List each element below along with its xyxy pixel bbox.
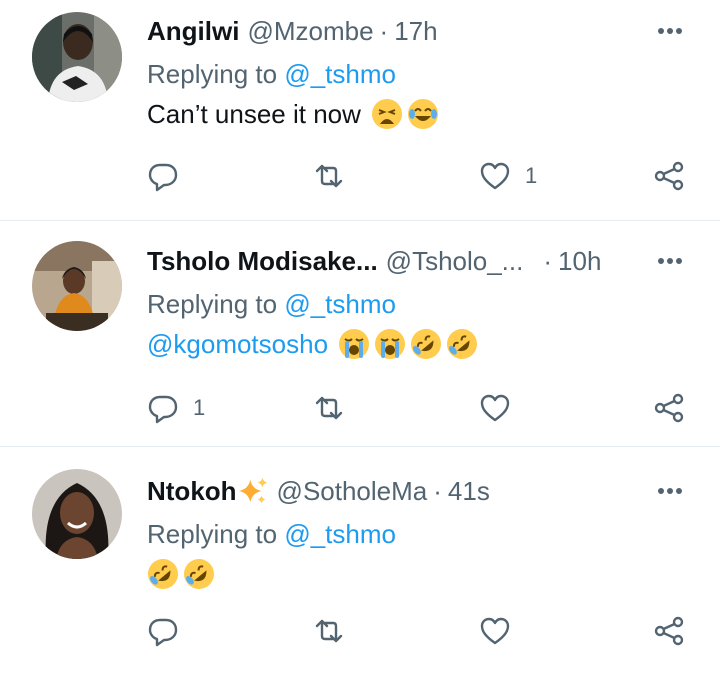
share-icon <box>654 393 684 423</box>
reply-button[interactable]: 1 <box>147 388 205 428</box>
reply-icon <box>148 163 178 192</box>
rolling-on-floor-laughing-icon <box>447 329 478 359</box>
retweet-icon <box>315 619 343 643</box>
tweet-text <box>147 554 700 594</box>
replying-to-label: Replying to <box>147 59 278 89</box>
share-button[interactable] <box>653 156 685 196</box>
retweet-button[interactable] <box>313 611 345 651</box>
user-handle[interactable]: @SotholeMa <box>277 476 428 507</box>
reply-button[interactable] <box>147 611 193 651</box>
rolling-on-floor-laughing-icon <box>411 329 442 359</box>
reply-feed: Angilwi @Mzombe · 17h Replying to @_tshm… <box>0 0 720 678</box>
retweet-button[interactable] <box>313 156 345 196</box>
separator: · <box>433 475 442 506</box>
ellipsis-icon[interactable] <box>652 243 688 279</box>
tweet[interactable]: Tsholo Modisake... @Tsholo_... · 10h Rep… <box>0 221 720 447</box>
retweet-icon <box>315 396 343 420</box>
share-icon <box>654 161 684 191</box>
user-handle[interactable]: @Tsholo_... <box>386 246 524 277</box>
user-handle[interactable]: @Mzombe <box>247 16 373 47</box>
timestamp[interactable]: 41s <box>448 476 490 507</box>
reply-icon <box>148 618 178 647</box>
share-button[interactable] <box>653 388 685 428</box>
tweet-text: @kgomotsosho <box>147 324 700 364</box>
display-name[interactable]: Angilwi <box>147 16 239 47</box>
retweet-button[interactable] <box>313 388 345 428</box>
reply-count: 1 <box>193 395 206 420</box>
reply-to-mention[interactable]: @_tshmo <box>284 519 396 549</box>
share-icon <box>654 616 684 646</box>
replying-to: Replying to @_tshmo <box>147 54 700 94</box>
tweet-actions <box>147 611 707 651</box>
replying-to: Replying to @_tshmo <box>147 514 700 554</box>
avatar[interactable] <box>32 12 122 102</box>
heart-icon <box>480 394 510 422</box>
timestamp[interactable]: 10h <box>558 246 601 277</box>
tweet-text: Can’t unsee it now <box>147 94 700 134</box>
like-button[interactable]: 1 <box>479 156 537 196</box>
rolling-on-floor-laughing-icon <box>184 559 214 589</box>
separator: · <box>543 245 553 276</box>
heart-icon <box>480 617 510 645</box>
heart-icon <box>480 162 510 190</box>
reply-button[interactable] <box>147 156 193 196</box>
display-name[interactable]: Tsholo Modisake... <box>147 246 378 277</box>
face-with-tears-of-joy-icon <box>407 99 438 129</box>
avatar[interactable] <box>32 241 122 331</box>
tweet-actions: 1 <box>147 156 707 196</box>
retweet-icon <box>315 164 343 188</box>
replying-to: Replying to @_tshmo <box>147 284 700 324</box>
weary-face-icon <box>371 99 402 129</box>
replying-to-label: Replying to <box>147 289 278 319</box>
like-count: 1 <box>525 163 538 188</box>
display-name[interactable]: Ntokoh <box>147 476 237 507</box>
rolling-on-floor-laughing-icon <box>148 559 178 589</box>
sparkles-icon <box>238 477 267 504</box>
loudly-crying-face-icon <box>375 329 406 359</box>
tweet[interactable]: Angilwi @Mzombe · 17h Replying to @_tshm… <box>0 0 720 221</box>
replying-to-label: Replying to <box>147 519 278 549</box>
share-button[interactable] <box>653 611 685 651</box>
reply-to-mention[interactable]: @_tshmo <box>284 59 396 89</box>
like-button[interactable] <box>479 388 525 428</box>
ellipsis-icon[interactable] <box>652 13 688 49</box>
tweet[interactable]: Ntokoh @SotholeMa · 41s Replying to @_ts… <box>0 447 720 678</box>
reply-to-mention[interactable]: @_tshmo <box>284 289 396 319</box>
tweet-text-body: Can’t unsee it now <box>147 99 361 129</box>
like-button[interactable] <box>479 611 525 651</box>
reply-icon <box>148 395 178 424</box>
ellipsis-icon[interactable] <box>652 473 688 509</box>
avatar[interactable] <box>32 469 122 559</box>
tweet-actions: 1 <box>147 388 707 428</box>
separator: · <box>379 15 389 46</box>
tweet-mention[interactable]: @kgomotsosho <box>147 324 328 364</box>
loudly-crying-face-icon <box>339 329 370 359</box>
timestamp[interactable]: 17h <box>394 16 437 47</box>
